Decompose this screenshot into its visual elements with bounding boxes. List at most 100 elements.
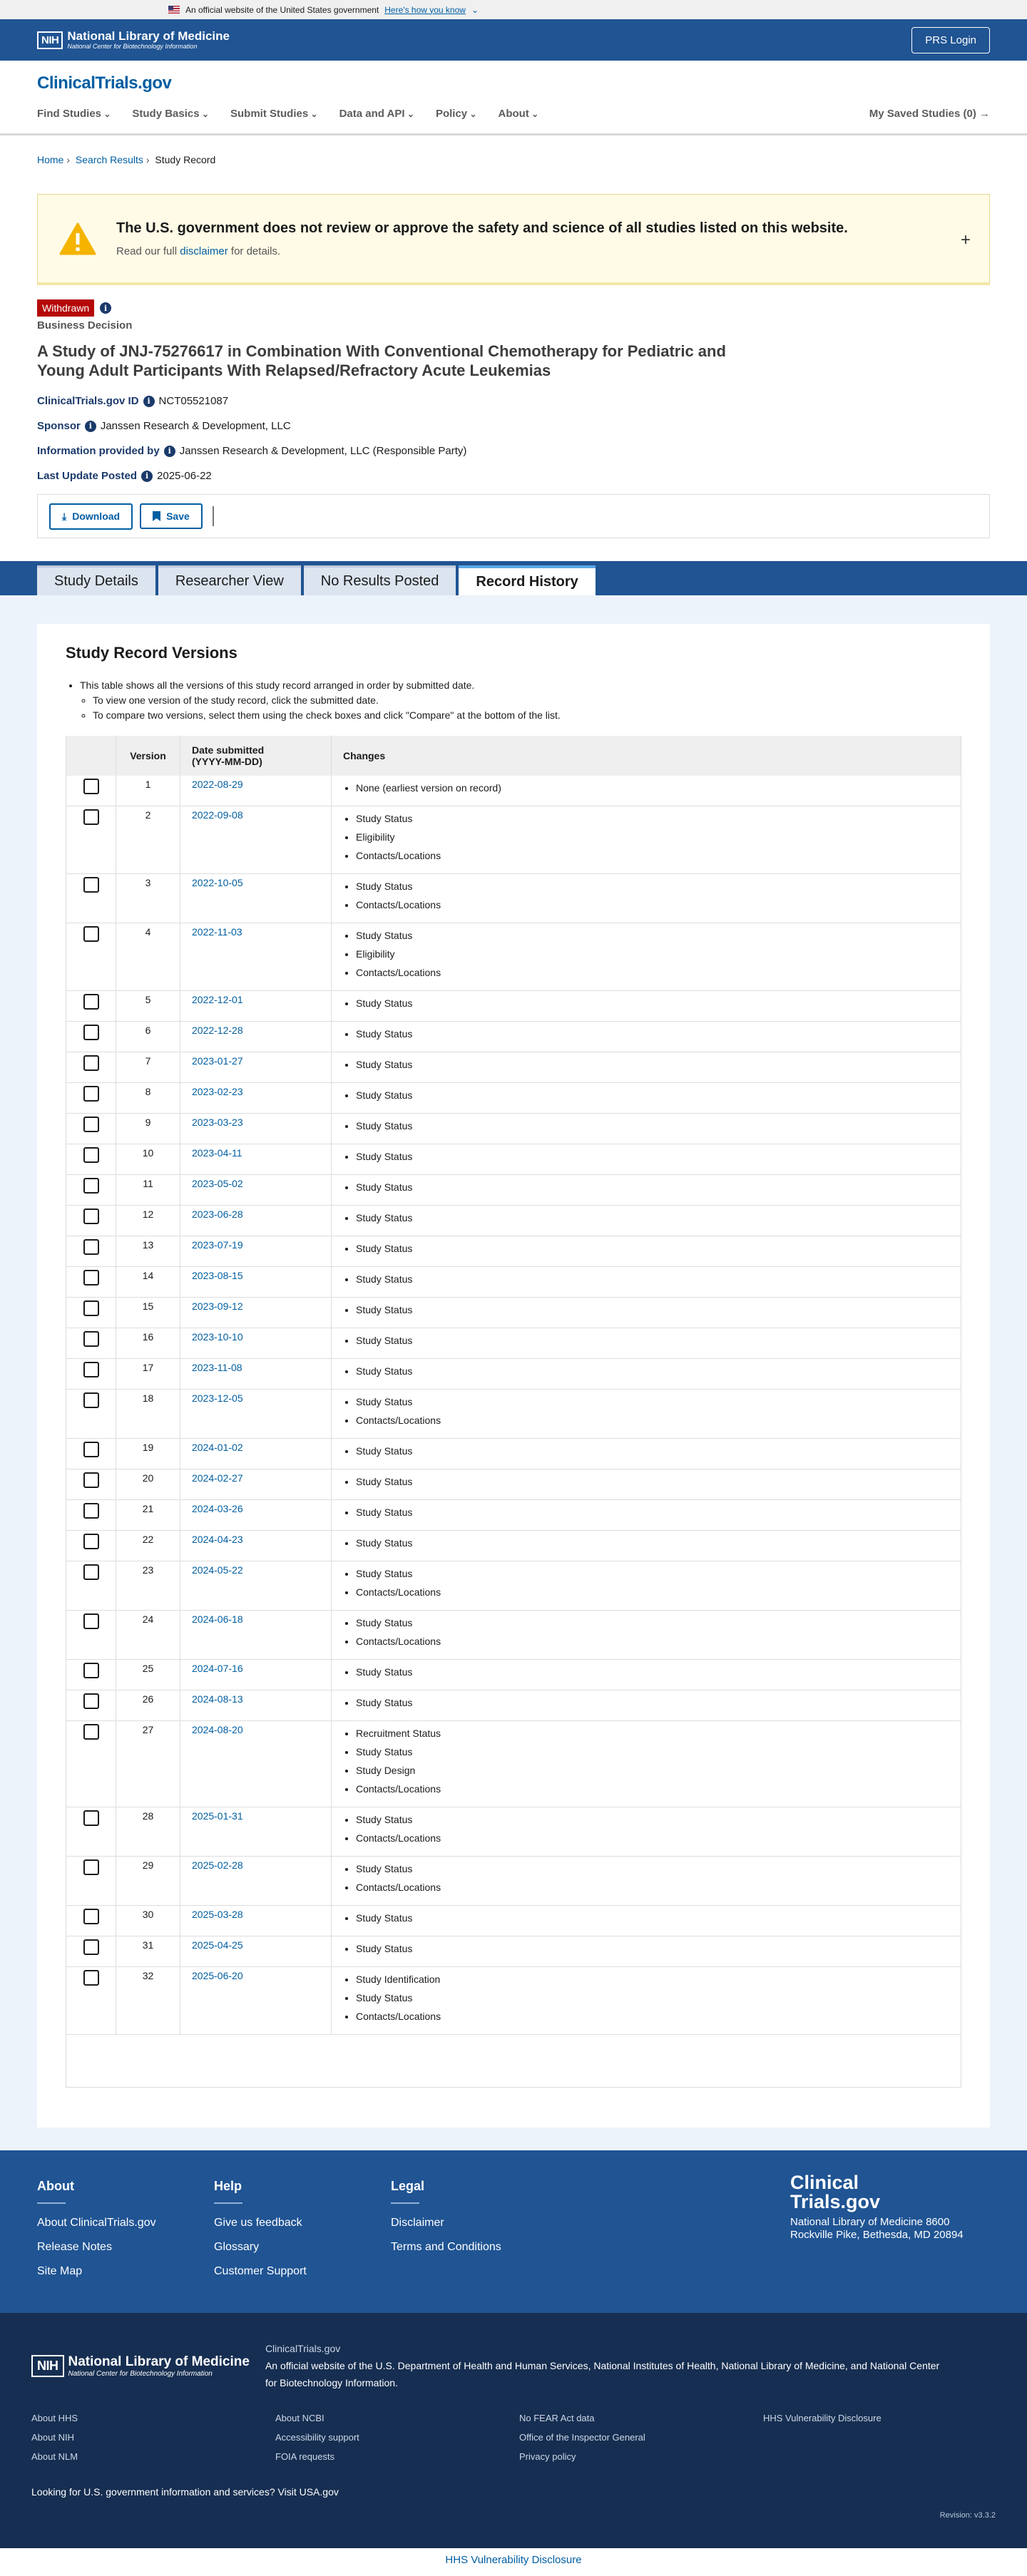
breadcrumb-home[interactable]: Home bbox=[37, 154, 63, 165]
nih-link[interactable]: National Institutes of Health bbox=[593, 2360, 715, 2371]
nlm-link[interactable]: National Library of Medicine bbox=[721, 2360, 845, 2371]
version-date-link[interactable]: 2023-12-05 bbox=[192, 1392, 243, 1404]
download-button[interactable]: ⤓ Download bbox=[49, 503, 133, 530]
agency-link-office-of-the-inspector-general[interactable]: Office of the Inspector General bbox=[519, 2432, 763, 2443]
version-checkbox[interactable] bbox=[83, 877, 99, 893]
version-date-link[interactable]: 2023-11-08 bbox=[192, 1362, 242, 1373]
version-date-link[interactable]: 2023-04-11 bbox=[192, 1147, 242, 1159]
agency-link-about-nih[interactable]: About NIH bbox=[31, 2432, 275, 2443]
version-checkbox[interactable] bbox=[83, 1442, 99, 1457]
info-icon[interactable]: i bbox=[143, 395, 155, 407]
agency-link-about-ncbi[interactable]: About NCBI bbox=[275, 2413, 519, 2423]
version-checkbox[interactable] bbox=[83, 1810, 99, 1826]
hhs-vulnerability-link[interactable]: HHS Vulnerability Disclosure bbox=[445, 2554, 581, 2566]
nav-item-data-and-api[interactable]: Data and API bbox=[339, 108, 414, 120]
version-date-link[interactable]: 2025-01-31 bbox=[192, 1810, 243, 1822]
version-date-link[interactable]: 2024-04-23 bbox=[192, 1534, 243, 1545]
version-date-link[interactable]: 2025-03-28 bbox=[192, 1909, 243, 1920]
version-date-link[interactable]: 2022-10-05 bbox=[192, 877, 243, 888]
version-checkbox[interactable] bbox=[83, 1693, 99, 1709]
clinicaltrials-logo[interactable]: ClinicalTrials.gov bbox=[37, 61, 990, 93]
version-date-link[interactable]: 2024-01-02 bbox=[192, 1442, 243, 1453]
agency-link-about-hhs[interactable]: About HHS bbox=[31, 2413, 275, 2423]
breadcrumb-search-results[interactable]: Search Results bbox=[76, 154, 143, 165]
version-checkbox[interactable] bbox=[83, 1055, 99, 1071]
version-checkbox[interactable] bbox=[83, 926, 99, 942]
version-date-link[interactable]: 2023-07-19 bbox=[192, 1239, 243, 1251]
version-date-link[interactable]: 2023-08-15 bbox=[192, 1270, 243, 1281]
nih-logo[interactable]: NIH National Library of Medicine Nationa… bbox=[37, 29, 230, 51]
version-checkbox[interactable] bbox=[83, 1270, 99, 1286]
version-checkbox[interactable] bbox=[83, 1147, 99, 1163]
version-date-link[interactable]: 2024-08-20 bbox=[192, 1724, 243, 1735]
version-checkbox[interactable] bbox=[83, 1663, 99, 1678]
version-date-link[interactable]: 2023-10-10 bbox=[192, 1331, 243, 1343]
version-checkbox[interactable] bbox=[83, 1724, 99, 1740]
footer-logo[interactable]: Clinical Trials.gov bbox=[790, 2173, 976, 2212]
version-date-link[interactable]: 2025-04-25 bbox=[192, 1939, 243, 1951]
nav-item-study-basics[interactable]: Study Basics bbox=[132, 108, 209, 120]
tab-record-history[interactable]: Record History bbox=[459, 565, 596, 595]
info-icon[interactable]: i bbox=[163, 445, 175, 457]
footer-link-site-map[interactable]: Site Map bbox=[37, 2265, 214, 2278]
version-checkbox[interactable] bbox=[83, 1239, 99, 1255]
version-date-link[interactable]: 2025-06-20 bbox=[192, 1970, 243, 1981]
tab-study-details[interactable]: Study Details bbox=[37, 565, 155, 595]
nih-footer-logo[interactable]: NIH National Library of Medicine Nationa… bbox=[31, 2340, 250, 2391]
footer-link-customer-support[interactable]: Customer Support bbox=[214, 2265, 391, 2278]
nav-item-policy[interactable]: Policy bbox=[436, 108, 477, 120]
version-date-link[interactable]: 2023-03-23 bbox=[192, 1117, 243, 1128]
agency-link-accessibility-support[interactable]: Accessibility support bbox=[275, 2432, 519, 2443]
version-checkbox[interactable] bbox=[83, 1209, 99, 1224]
version-checkbox[interactable] bbox=[83, 1909, 99, 1924]
nav-item-submit-studies[interactable]: Submit Studies bbox=[230, 108, 318, 120]
version-checkbox[interactable] bbox=[83, 1300, 99, 1316]
tab-no-results-posted[interactable]: No Results Posted bbox=[303, 565, 456, 595]
version-checkbox[interactable] bbox=[83, 1970, 99, 1986]
version-checkbox[interactable] bbox=[83, 779, 99, 794]
version-checkbox[interactable] bbox=[83, 1178, 99, 1194]
nav-item-find-studies[interactable]: Find Studies bbox=[37, 108, 111, 120]
version-checkbox[interactable] bbox=[83, 809, 99, 825]
version-date-link[interactable]: 2023-02-23 bbox=[192, 1086, 243, 1097]
version-date-link[interactable]: 2023-06-28 bbox=[192, 1209, 243, 1220]
version-checkbox[interactable] bbox=[83, 1564, 99, 1580]
disclaimer-link[interactable]: disclaimer bbox=[180, 245, 228, 257]
version-checkbox[interactable] bbox=[83, 1025, 99, 1040]
footer-link-disclaimer[interactable]: Disclaimer bbox=[391, 2217, 568, 2229]
version-checkbox[interactable] bbox=[83, 1331, 99, 1347]
usa-gov-link[interactable]: Visit USA.gov bbox=[278, 2486, 339, 2498]
info-icon[interactable]: i bbox=[84, 420, 96, 432]
my-saved-studies-link[interactable]: My Saved Studies (0) → bbox=[869, 108, 990, 120]
footer-link-terms-and-conditions[interactable]: Terms and Conditions bbox=[391, 2241, 568, 2254]
version-date-link[interactable]: 2024-05-22 bbox=[192, 1564, 243, 1576]
version-checkbox[interactable] bbox=[83, 1362, 99, 1377]
version-checkbox[interactable] bbox=[83, 1117, 99, 1132]
agency-link-foia-requests[interactable]: FOIA requests bbox=[275, 2451, 519, 2462]
agency-link-hhs-vulnerability-disclosure[interactable]: HHS Vulnerability Disclosure bbox=[763, 2413, 1007, 2423]
info-icon[interactable]: i bbox=[141, 470, 153, 482]
version-date-link[interactable]: 2024-02-27 bbox=[192, 1472, 243, 1484]
version-date-link[interactable]: 2022-09-08 bbox=[192, 809, 243, 821]
agency-link-no-fear-act-data[interactable]: No FEAR Act data bbox=[519, 2413, 763, 2423]
version-checkbox[interactable] bbox=[83, 1939, 99, 1955]
version-date-link[interactable]: 2024-07-16 bbox=[192, 1663, 243, 1674]
version-date-link[interactable]: 2024-08-13 bbox=[192, 1693, 243, 1705]
hhs-link[interactable]: U.S. Department of Health and Human Serv… bbox=[376, 2360, 588, 2371]
tab-researcher-view[interactable]: Researcher View bbox=[158, 565, 301, 595]
agency-link-privacy-policy[interactable]: Privacy policy bbox=[519, 2451, 763, 2462]
version-checkbox[interactable] bbox=[83, 994, 99, 1010]
version-checkbox[interactable] bbox=[83, 1086, 99, 1102]
info-icon[interactable]: i bbox=[100, 302, 112, 314]
nav-item-about[interactable]: About bbox=[499, 108, 539, 120]
version-date-link[interactable]: 2022-08-29 bbox=[192, 779, 243, 790]
version-date-link[interactable]: 2023-01-27 bbox=[192, 1055, 243, 1067]
version-checkbox[interactable] bbox=[83, 1859, 99, 1875]
version-date-link[interactable]: 2024-03-26 bbox=[192, 1503, 243, 1514]
version-date-link[interactable]: 2023-05-02 bbox=[192, 1178, 243, 1189]
version-checkbox[interactable] bbox=[83, 1392, 99, 1408]
prs-login-button[interactable]: PRS Login bbox=[911, 26, 990, 53]
version-date-link[interactable]: 2022-11-03 bbox=[192, 926, 242, 938]
heres-how-link[interactable]: Here's how you know bbox=[384, 5, 466, 15]
version-date-link[interactable]: 2024-06-18 bbox=[192, 1613, 243, 1625]
